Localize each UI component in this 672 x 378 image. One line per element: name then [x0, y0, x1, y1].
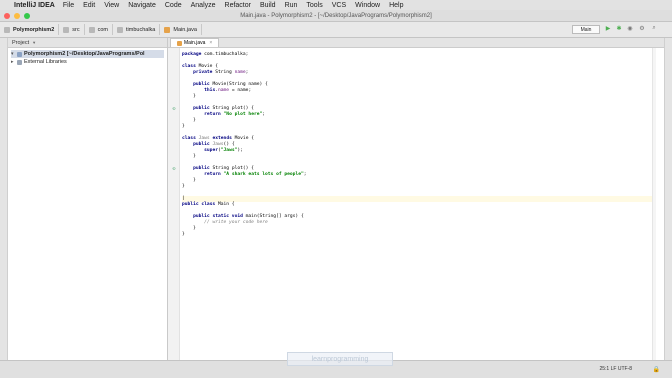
project-panel-header[interactable]: Project ▼	[8, 38, 167, 48]
menu-edit[interactable]: Edit	[83, 2, 95, 9]
breadcrumb-label: Polymorphism2	[13, 26, 55, 33]
watermark-logo: learnprogramming	[287, 352, 393, 366]
search-icon[interactable]: ⌕	[650, 25, 658, 32]
java-file-icon	[164, 26, 171, 33]
code-area[interactable]: package com.timbuchalka; class Movie { p…	[172, 52, 652, 238]
run-icon[interactable]: ▶	[604, 25, 612, 32]
tab-label: Main.java	[184, 40, 206, 46]
settings-icon[interactable]: ⚙	[638, 25, 646, 32]
tab-main-java[interactable]: Main.java ×	[170, 38, 220, 47]
coverage-icon[interactable]: ◉	[626, 25, 634, 32]
menu-build[interactable]: Build	[260, 2, 276, 9]
lock-icon[interactable]: 🔒	[640, 366, 660, 373]
menu-code[interactable]: Code	[165, 2, 182, 9]
project-panel-title: Project	[12, 39, 30, 46]
caret-position-status[interactable]: 25:1 LF UTF-8	[599, 366, 632, 372]
editor-tab-bar: Main.java ×	[168, 38, 664, 48]
breadcrumb-label: timbuchalka	[126, 26, 156, 33]
app-name-menu[interactable]: IntelliJ IDEA	[14, 2, 55, 9]
project-tree: ▾ Polymorphism2 [~/Desktop/JavaPrograms/…	[8, 48, 167, 68]
tree-item-external-libraries[interactable]: ▸ External Libraries	[11, 58, 164, 66]
close-icon[interactable]: ×	[209, 40, 212, 46]
tree-item-label: Polymorphism2 [~/Desktop/JavaPrograms/Po…	[24, 51, 145, 57]
menu-vcs[interactable]: VCS	[332, 2, 346, 9]
watermark-text: learnprogramming	[311, 355, 369, 363]
menu-tools[interactable]: Tools	[306, 2, 322, 9]
override-marker-icon[interactable]: ⊙	[170, 166, 178, 172]
run-configuration-select[interactable]: Main	[572, 25, 600, 34]
breadcrumb-main-java[interactable]: Main.java	[160, 24, 202, 35]
window-title-bar: Main.java - Polymorphism2 - [~/Desktop/J…	[0, 10, 672, 22]
chevron-down-icon[interactable]: ▼	[32, 40, 36, 45]
editor-right-margin	[652, 48, 656, 360]
package-icon	[88, 26, 95, 33]
folder-icon	[63, 26, 70, 33]
project-panel: Project ▼ ▾ Polymorphism2 [~/Desktop/Jav…	[8, 38, 168, 360]
override-marker-icon[interactable]: ⊙	[170, 106, 178, 112]
package-icon	[117, 26, 123, 33]
breadcrumb-com[interactable]: com	[85, 24, 113, 35]
right-tool-strip[interactable]	[664, 38, 672, 360]
library-icon	[17, 59, 22, 65]
breadcrumb-label: com	[97, 26, 108, 33]
menu-view[interactable]: View	[104, 2, 119, 9]
menu-refactor[interactable]: Refactor	[225, 2, 251, 9]
breadcrumb-label: Main.java	[173, 26, 197, 33]
editor-gutter[interactable]	[168, 48, 180, 360]
menu-navigate[interactable]: Navigate	[128, 2, 156, 9]
breadcrumb-label: src	[72, 26, 80, 33]
breadcrumb-project[interactable]: Polymorphism2	[0, 24, 60, 35]
tree-item-project-root[interactable]: ▾ Polymorphism2 [~/Desktop/JavaPrograms/…	[11, 50, 164, 58]
code-editor[interactable]: Main.java × package com.timbuchalka; cla…	[168, 38, 664, 360]
breadcrumb-timbuchalka[interactable]: timbuchalka	[113, 24, 161, 35]
menu-file[interactable]: File	[63, 2, 74, 9]
menu-run[interactable]: Run	[285, 2, 298, 9]
window-title: Main.java - Polymorphism2 - [~/Desktop/J…	[240, 12, 432, 19]
module-folder-icon	[17, 51, 22, 57]
tree-item-label: External Libraries	[24, 59, 67, 65]
menu-window[interactable]: Window	[355, 2, 380, 9]
navigation-bar: Polymorphism2 src com timbuchalka Main.j…	[0, 22, 672, 38]
menu-help[interactable]: Help	[389, 2, 403, 9]
debug-icon[interactable]: ✱	[615, 25, 623, 32]
folder-icon	[4, 26, 10, 33]
left-tool-strip[interactable]	[0, 38, 8, 360]
menu-analyze[interactable]: Analyze	[191, 2, 216, 9]
breadcrumb-src[interactable]: src	[59, 24, 85, 35]
menu-bar: IntelliJ IDEA File Edit View Navigate Co…	[0, 0, 672, 10]
java-file-icon	[177, 40, 182, 46]
code-line: }	[182, 232, 185, 237]
